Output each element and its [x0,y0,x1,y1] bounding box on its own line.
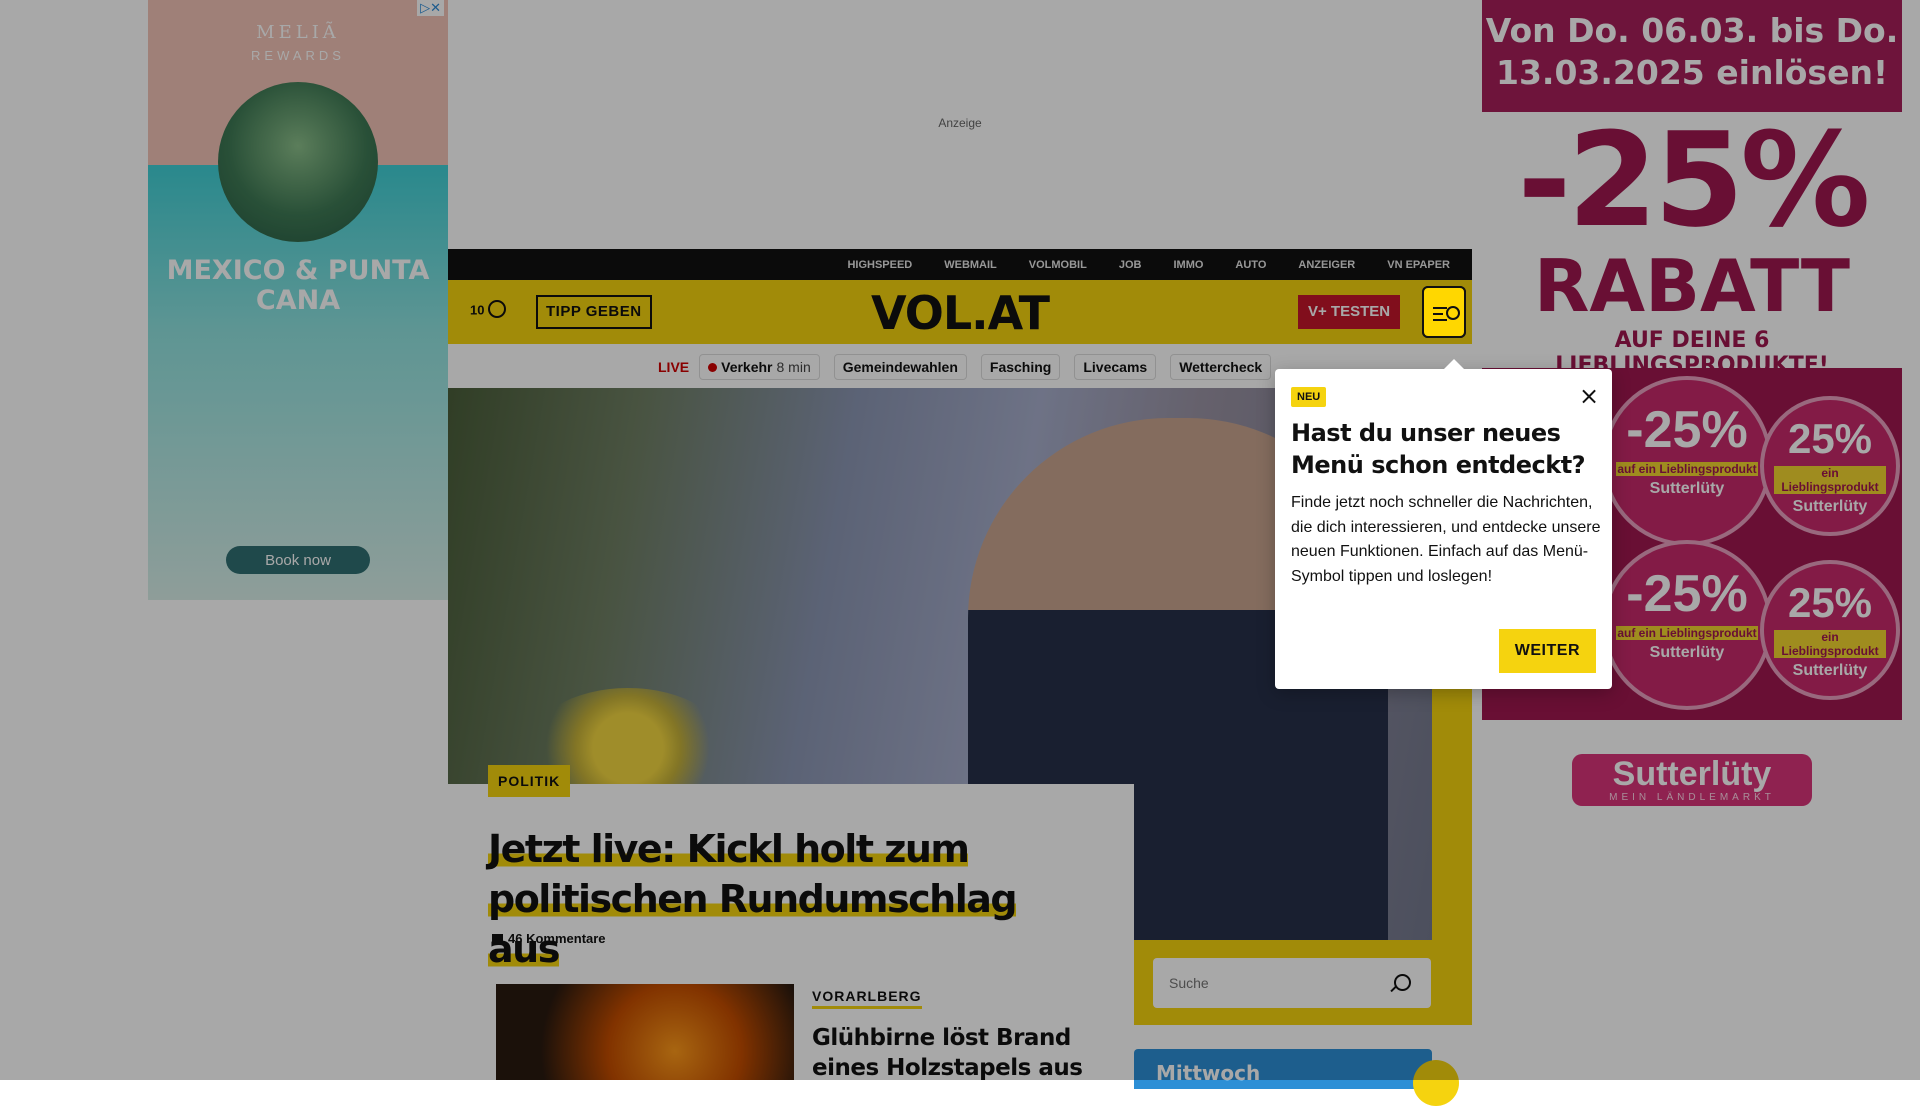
menu-lines-icon [1433,307,1447,309]
weiter-button[interactable]: WEITER [1498,629,1596,673]
new-menu-popover: NEU × Hast du unser neues Menü schon ent… [1275,359,1612,689]
popover-body: Finde jetzt noch schneller die Nachricht… [1291,494,1601,585]
search-icon [1446,306,1460,320]
popover-heading: Hast du unser neues Menü schon entdeckt? [1291,419,1586,479]
close-icon[interactable]: × [1578,384,1600,408]
new-badge: NEU [1291,387,1327,407]
popover-arrow [1443,359,1465,370]
menu-button-highlighted[interactable] [1422,286,1466,338]
modal-overlay[interactable] [0,0,1920,1080]
